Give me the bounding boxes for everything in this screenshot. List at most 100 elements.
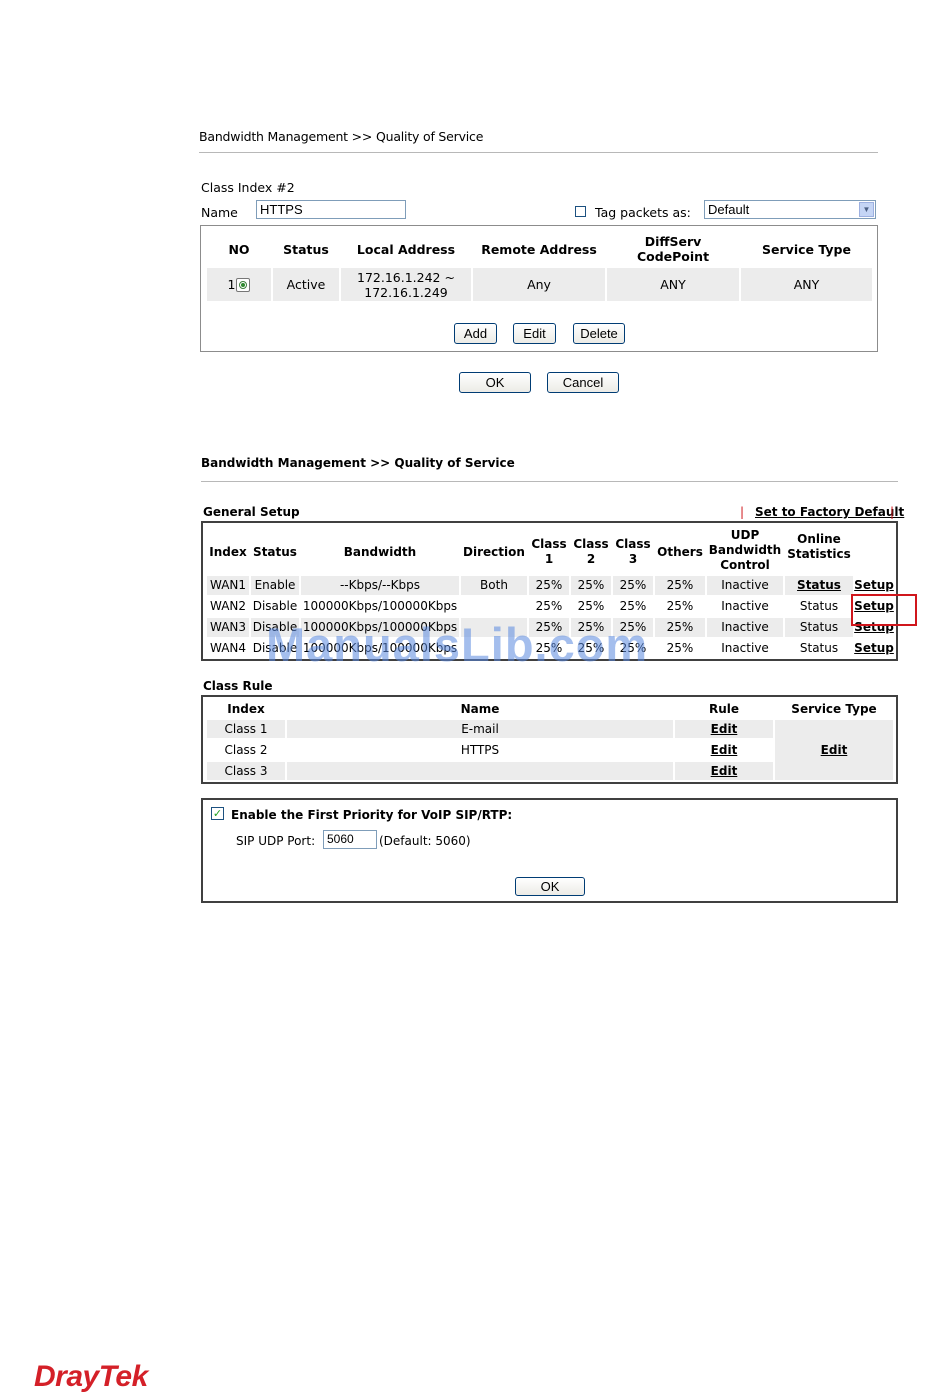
- cr2-name: HTTPS: [460, 742, 500, 757]
- service-type-edit[interactable]: Edit: [821, 743, 848, 758]
- voip-checkbox[interactable]: ✓: [211, 807, 224, 820]
- h-online-a: Online: [797, 532, 841, 546]
- h-udp: UDP Bandwidth Control: [707, 527, 783, 573]
- h-class1-b: 1: [544, 552, 554, 566]
- col-diffserv: DiffServ CodePoint: [636, 234, 710, 264]
- cr3-rule-edit[interactable]: Edit: [711, 764, 738, 779]
- highlight-box: [851, 594, 917, 626]
- wan3-index: WAN3: [207, 618, 249, 637]
- wan1-class1: 25%: [529, 576, 569, 595]
- wan2-others: 25%: [666, 599, 694, 613]
- h-others: Others: [657, 544, 703, 559]
- wan2-status-text: Status: [799, 599, 839, 613]
- wan1-status-link[interactable]: Status: [797, 578, 841, 593]
- h-class1-a: Class: [531, 537, 567, 551]
- col-remote-address: Remote Address: [481, 241, 597, 257]
- cr3-name: [287, 762, 673, 780]
- col-no: NO: [228, 241, 250, 257]
- wan2-class1: 25%: [535, 599, 563, 613]
- h-direction: Direction: [463, 544, 525, 559]
- tag-packets-label: Tag packets as:: [595, 205, 691, 220]
- wan2-index: WAN2: [209, 599, 247, 613]
- h-online: Online Statistics: [785, 527, 853, 567]
- col-status: Status: [283, 241, 329, 257]
- chevron-down-icon[interactable]: ▼: [859, 202, 874, 217]
- wan2-class2: 25%: [577, 599, 605, 613]
- wan2-bandwidth: 100000Kbps/100000Kbps: [302, 599, 458, 613]
- class-rule-title: Class Rule: [203, 679, 273, 693]
- tag-packets-checkbox[interactable]: [575, 206, 586, 217]
- edit-button[interactable]: Edit: [513, 323, 556, 344]
- row-remote-address: Any: [473, 268, 605, 301]
- wan1-setup-cell: Setup: [854, 576, 894, 595]
- cancel-button[interactable]: Cancel: [547, 372, 619, 393]
- name-input[interactable]: HTTPS: [256, 200, 406, 219]
- cr1-rule-edit[interactable]: Edit: [711, 722, 738, 737]
- cr-h-name: Name: [460, 701, 500, 716]
- tag-packets-select[interactable]: Default ▼: [704, 200, 876, 219]
- sip-port-label: SIP UDP Port:: [236, 834, 316, 848]
- class-rule-table: Index Name Rule Service Type Class 1 E-m…: [201, 695, 898, 784]
- top-breadcrumb: Bandwidth Management >> Quality of Servi…: [199, 129, 484, 144]
- row-radio[interactable]: [236, 277, 251, 292]
- wan4-setup-link[interactable]: Setup: [854, 641, 894, 656]
- sip-port-default: (Default: 5060): [379, 834, 471, 848]
- h-status: Status: [253, 544, 297, 559]
- draytek-logo: DrayTek: [34, 1360, 148, 1393]
- cr2-index: Class 2: [224, 742, 268, 757]
- voip-label: Enable the First Priority for VoIP SIP/R…: [231, 808, 513, 822]
- class-index-title: Class Index #2: [201, 180, 295, 195]
- voip-ok-button[interactable]: OK: [515, 877, 585, 896]
- cr-h-rule: Rule: [708, 701, 740, 716]
- tag-packets-value: Default: [708, 202, 750, 217]
- local-line1: 172.16.1.242 ~: [357, 269, 455, 285]
- delete-button[interactable]: Delete: [573, 323, 625, 344]
- wan1-udp: Inactive: [707, 576, 783, 595]
- pipe-left: |: [740, 505, 745, 519]
- wan1-class2: 25%: [571, 576, 611, 595]
- cr2-rule-edit[interactable]: Edit: [711, 743, 738, 758]
- cr-h-index: Index: [227, 701, 265, 716]
- wan2-status: Disable: [252, 599, 298, 613]
- h-class2-a: Class: [573, 537, 609, 551]
- wan1-others: 25%: [655, 576, 705, 595]
- h-class1: Class 1: [529, 529, 569, 575]
- wan2-udp: Inactive: [721, 599, 769, 613]
- bottom-breadcrumb: Bandwidth Management >> Quality of Servi…: [201, 456, 515, 470]
- pipe-right: |: [890, 505, 895, 519]
- wan1-setup-link[interactable]: Setup: [854, 578, 894, 593]
- col-local-address: Local Address: [356, 241, 456, 257]
- wan2-direction: [461, 597, 527, 616]
- local-line2: 172.16.1.249: [364, 284, 448, 300]
- wan4-others: 25%: [666, 641, 694, 655]
- h-bandwidth: Bandwidth: [343, 544, 417, 559]
- row-service-type: ANY: [741, 268, 872, 301]
- wan4-udp: Inactive: [721, 641, 769, 655]
- cr1-rule-cell: Edit: [675, 720, 773, 738]
- wan1-index: WAN1: [207, 576, 249, 595]
- wan1-status: Enable: [251, 576, 299, 595]
- h-class3: Class 3: [613, 529, 653, 575]
- wan1-class3: 25%: [613, 576, 653, 595]
- bottom-divider: [201, 481, 898, 482]
- wan4-status-text: Status: [799, 641, 839, 655]
- wan3-others: 25%: [655, 618, 705, 637]
- name-label: Name: [201, 205, 238, 220]
- wan3-udp: Inactive: [707, 618, 783, 637]
- h-index: Index: [209, 544, 247, 559]
- wan3-status-text: Status: [785, 618, 853, 637]
- wan1-direction: Both: [461, 576, 527, 595]
- row-diffserv: ANY: [607, 268, 739, 301]
- row-no-value: 1: [227, 277, 236, 292]
- add-button[interactable]: Add: [454, 323, 497, 344]
- sip-port-input[interactable]: 5060: [323, 830, 377, 849]
- top-divider: [199, 152, 878, 153]
- h-class2: Class 2: [571, 529, 611, 575]
- cr3-index: Class 3: [207, 762, 285, 780]
- h-udp-c: Control: [720, 557, 770, 572]
- wan2-class3: 25%: [619, 599, 647, 613]
- factory-default-link[interactable]: Set to Factory Default: [755, 505, 904, 519]
- ok-button[interactable]: OK: [459, 372, 531, 393]
- general-setup-title: General Setup: [203, 505, 300, 519]
- wan4-index: WAN4: [209, 641, 247, 655]
